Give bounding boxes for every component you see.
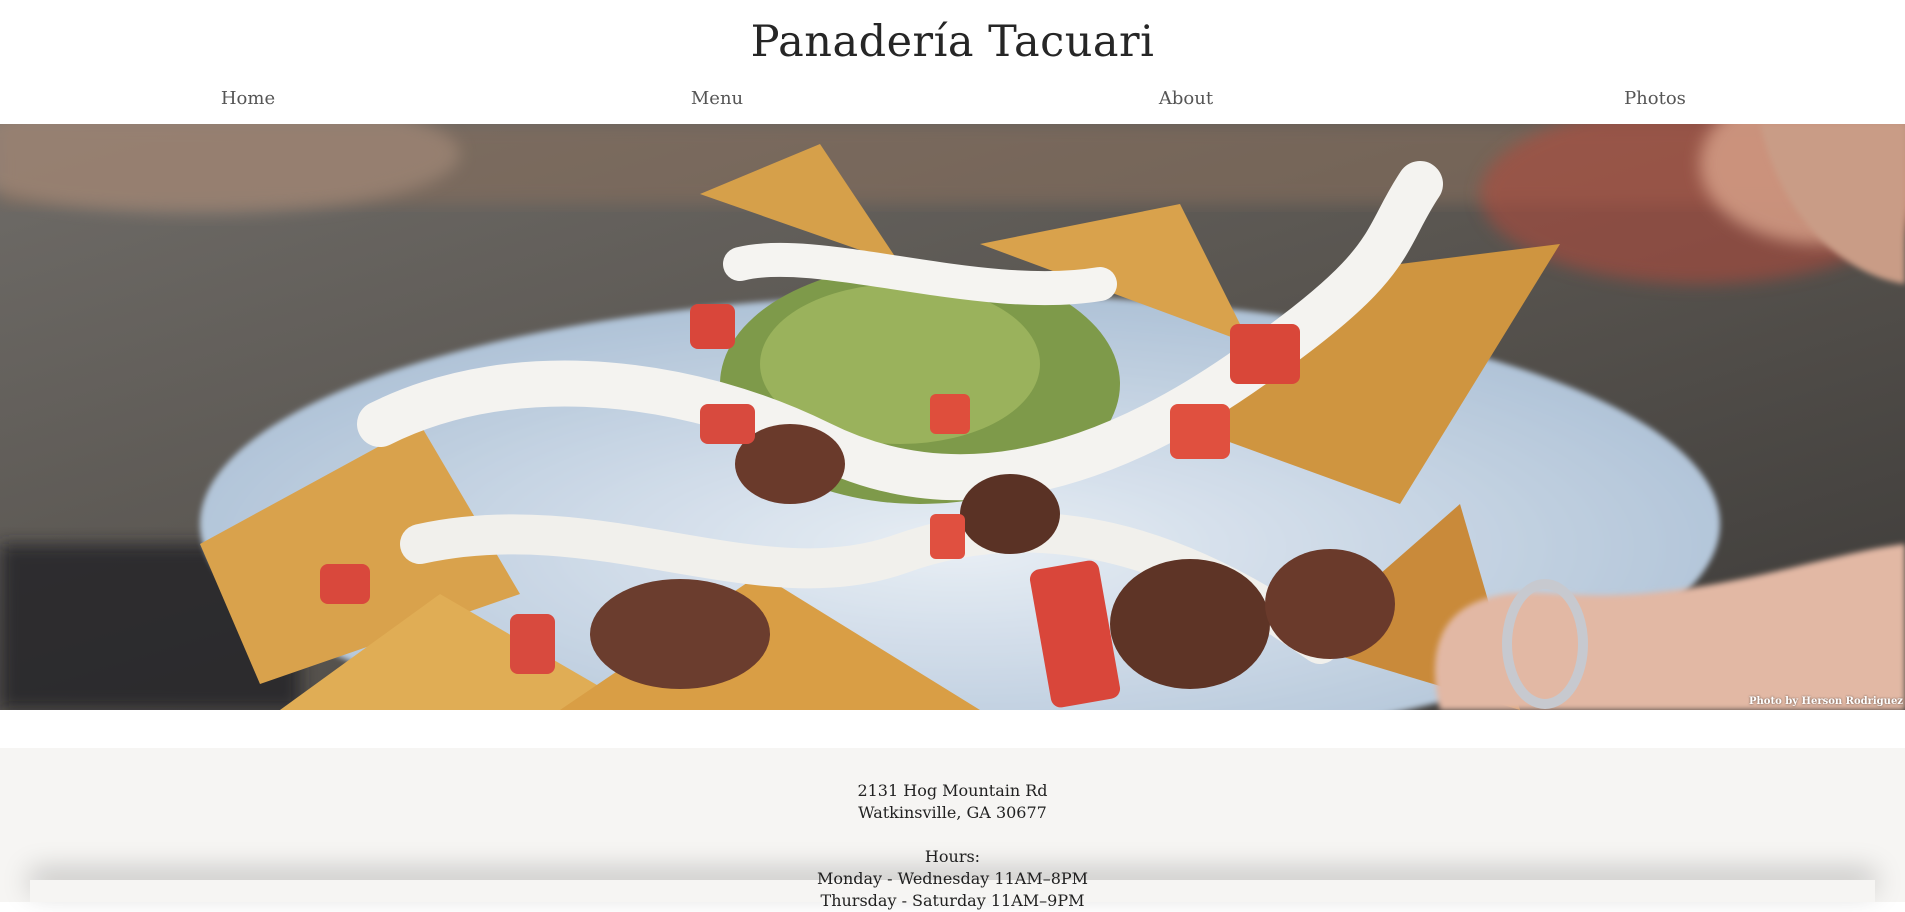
hero-image: Photo by Herson Rodriguez — [0, 124, 1905, 710]
nav-photos[interactable]: Photos — [1535, 86, 1775, 112]
nav-home[interactable]: Home — [128, 86, 368, 112]
nav-menu[interactable]: Menu — [597, 86, 837, 112]
nav-about[interactable]: About — [1066, 86, 1306, 112]
address-line1: 2131 Hog Mountain Rd — [857, 781, 1048, 800]
bottom-shadow — [30, 880, 1875, 902]
main-nav: Home Menu About Photos — [0, 86, 1905, 112]
info-section: 2131 Hog Mountain Rd Watkinsville, GA 30… — [0, 748, 1905, 910]
photo-credit: Photo by Herson Rodriguez — [1749, 696, 1903, 707]
site-title[interactable]: Panadería Tacuari — [0, 12, 1905, 72]
site-header: Panadería Tacuari Home Menu About Photos — [0, 0, 1905, 124]
address-line2: Watkinsville, GA 30677 — [858, 803, 1047, 822]
hours-label: Hours: — [924, 847, 981, 866]
nachos-photo — [0, 124, 1905, 710]
address-block: 2131 Hog Mountain Rd Watkinsville, GA 30… — [0, 748, 1905, 824]
hours-block: Hours: Monday - Wednesday 11AM–8PM Thurs… — [0, 846, 1905, 912]
